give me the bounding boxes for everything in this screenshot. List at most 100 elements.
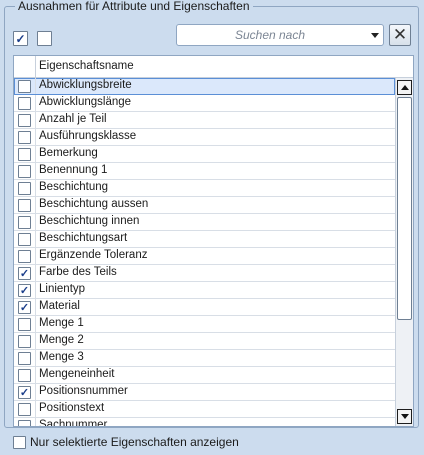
row-label: Sachnummer [39, 419, 108, 427]
table-row[interactable]: Ausführungsklasse [14, 129, 395, 146]
row-checkbox-cell [14, 231, 36, 247]
row-checkbox[interactable] [18, 233, 31, 246]
table-row[interactable]: Abwicklungslänge [14, 95, 395, 112]
row-checkbox[interactable] [18, 114, 31, 127]
row-checkbox[interactable] [18, 148, 31, 161]
table-row[interactable]: ✓ Farbe des Teils [14, 265, 395, 282]
row-checkbox[interactable] [18, 335, 31, 348]
table-rows: Abwicklungsbreite Abwicklungslänge Anzahl … [14, 78, 395, 427]
table-row[interactable]: Beschichtung [14, 180, 395, 197]
row-checkbox-cell [14, 146, 36, 162]
scroll-up-button[interactable] [397, 80, 412, 95]
clear-search-button[interactable]: ✕ [389, 24, 411, 46]
row-label: Material [39, 300, 80, 312]
checkmark-icon: ✓ [19, 387, 30, 399]
row-label: Positionsnummer [39, 385, 128, 397]
table-row[interactable]: Positionstext [14, 401, 395, 418]
row-label: Menge 1 [39, 317, 84, 329]
row-label: Mengeneinheit [39, 368, 115, 380]
row-label: Menge 3 [39, 351, 84, 363]
row-checkbox[interactable] [18, 97, 31, 110]
properties-table: Eigenschaftsname Abwicklungsbreite Abwick… [13, 55, 414, 427]
table-row[interactable]: Benennung 1 [14, 163, 395, 180]
table-row[interactable]: Ergänzende Toleranz [14, 248, 395, 265]
table-row[interactable]: Menge 1 [14, 316, 395, 333]
row-checkbox[interactable]: ✓ [18, 301, 31, 314]
row-checkbox[interactable] [18, 199, 31, 212]
table-row[interactable]: Anzahl je Teil [14, 112, 395, 129]
row-label: Anzahl je Teil [39, 113, 107, 125]
table-row[interactable]: Beschichtung aussen [14, 197, 395, 214]
row-checkbox[interactable] [18, 250, 31, 263]
row-checkbox-cell [14, 95, 36, 111]
row-checkbox[interactable] [18, 131, 31, 144]
table-row[interactable]: Menge 3 [14, 350, 395, 367]
row-checkbox-cell [14, 333, 36, 349]
row-checkbox[interactable] [18, 420, 31, 426]
close-icon: ✕ [392, 25, 408, 44]
row-checkbox-cell [14, 214, 36, 230]
row-checkbox[interactable] [18, 352, 31, 365]
checkmark-icon: ✓ [19, 302, 30, 314]
table-row[interactable]: ✓ Material [14, 299, 395, 316]
select-all-checkbox[interactable]: ✓ [13, 31, 28, 46]
checkmark-icon: ✓ [19, 268, 30, 280]
row-label: Beschichtung [39, 181, 109, 193]
row-checkbox[interactable] [18, 318, 31, 331]
table-row[interactable]: Beschichtung innen [14, 214, 395, 231]
row-checkbox[interactable] [18, 403, 31, 416]
row-checkbox-cell [14, 248, 36, 264]
table-row[interactable]: Abwicklungsbreite [14, 78, 395, 95]
row-checkbox-cell [14, 418, 36, 426]
row-label: Ausführungsklasse [39, 130, 137, 142]
row-checkbox-cell [14, 367, 36, 383]
table-row[interactable]: ✓ Positionsnummer [14, 384, 395, 401]
row-label: Positionstext [39, 402, 105, 414]
row-checkbox[interactable] [18, 165, 31, 178]
row-label: Ergänzende Toleranz [39, 249, 148, 261]
row-checkbox-cell [14, 350, 36, 366]
deselect-all-checkbox[interactable] [37, 31, 52, 46]
row-checkbox[interactable]: ✓ [18, 386, 31, 399]
table-row[interactable]: Sachnummer [14, 418, 395, 427]
row-checkbox[interactable] [18, 216, 31, 229]
table-row[interactable]: Bemerkung [14, 146, 395, 163]
row-label: Beschichtung aussen [39, 198, 149, 210]
row-label: Beschichtungsart [39, 232, 128, 244]
row-label: Menge 2 [39, 334, 84, 346]
only-selected-checkbox[interactable] [13, 436, 26, 449]
row-checkbox-cell [14, 197, 36, 213]
table-row[interactable]: Menge 2 [14, 333, 395, 350]
column-header-property-name[interactable]: Eigenschaftsname [39, 60, 134, 72]
row-checkbox-cell: ✓ [14, 384, 36, 400]
search-combobox[interactable]: Suchen nach [176, 24, 384, 46]
row-label: Bemerkung [39, 147, 98, 159]
table-row[interactable]: ✓ Linientyp [14, 282, 395, 299]
row-checkbox[interactable] [18, 80, 31, 93]
table-row[interactable]: Mengeneinheit [14, 367, 395, 384]
table-row[interactable]: Beschichtungsart [14, 231, 395, 248]
scroll-thumb[interactable] [397, 97, 412, 320]
search-placeholder: Suchen nach [234, 28, 306, 42]
row-label: Abwicklungslänge [39, 96, 132, 108]
group-title: Ausnahmen für Attribute und Eigenschafte… [15, 0, 253, 14]
row-label: Farbe des Teils [39, 266, 117, 278]
row-checkbox[interactable]: ✓ [18, 284, 31, 297]
row-checkbox[interactable]: ✓ [18, 267, 31, 280]
vertical-scrollbar[interactable] [395, 78, 413, 426]
row-checkbox-cell [14, 129, 36, 145]
only-selected-label: Nur selektierte Eigenschaften anzeigen [30, 435, 239, 449]
header-select-cell [14, 56, 36, 77]
row-checkbox-cell: ✓ [14, 282, 36, 298]
row-checkbox-cell [14, 112, 36, 128]
scroll-down-button[interactable] [397, 409, 412, 424]
chevron-down-icon[interactable] [371, 33, 379, 38]
row-checkbox-cell [14, 78, 36, 94]
row-label: Beschichtung innen [39, 215, 140, 227]
row-checkbox[interactable] [18, 369, 31, 382]
row-checkbox-cell [14, 401, 36, 417]
row-checkbox[interactable] [18, 182, 31, 195]
row-checkbox-cell [14, 180, 36, 196]
row-label: Linientyp [39, 283, 86, 295]
checkmark-icon: ✓ [19, 285, 30, 297]
